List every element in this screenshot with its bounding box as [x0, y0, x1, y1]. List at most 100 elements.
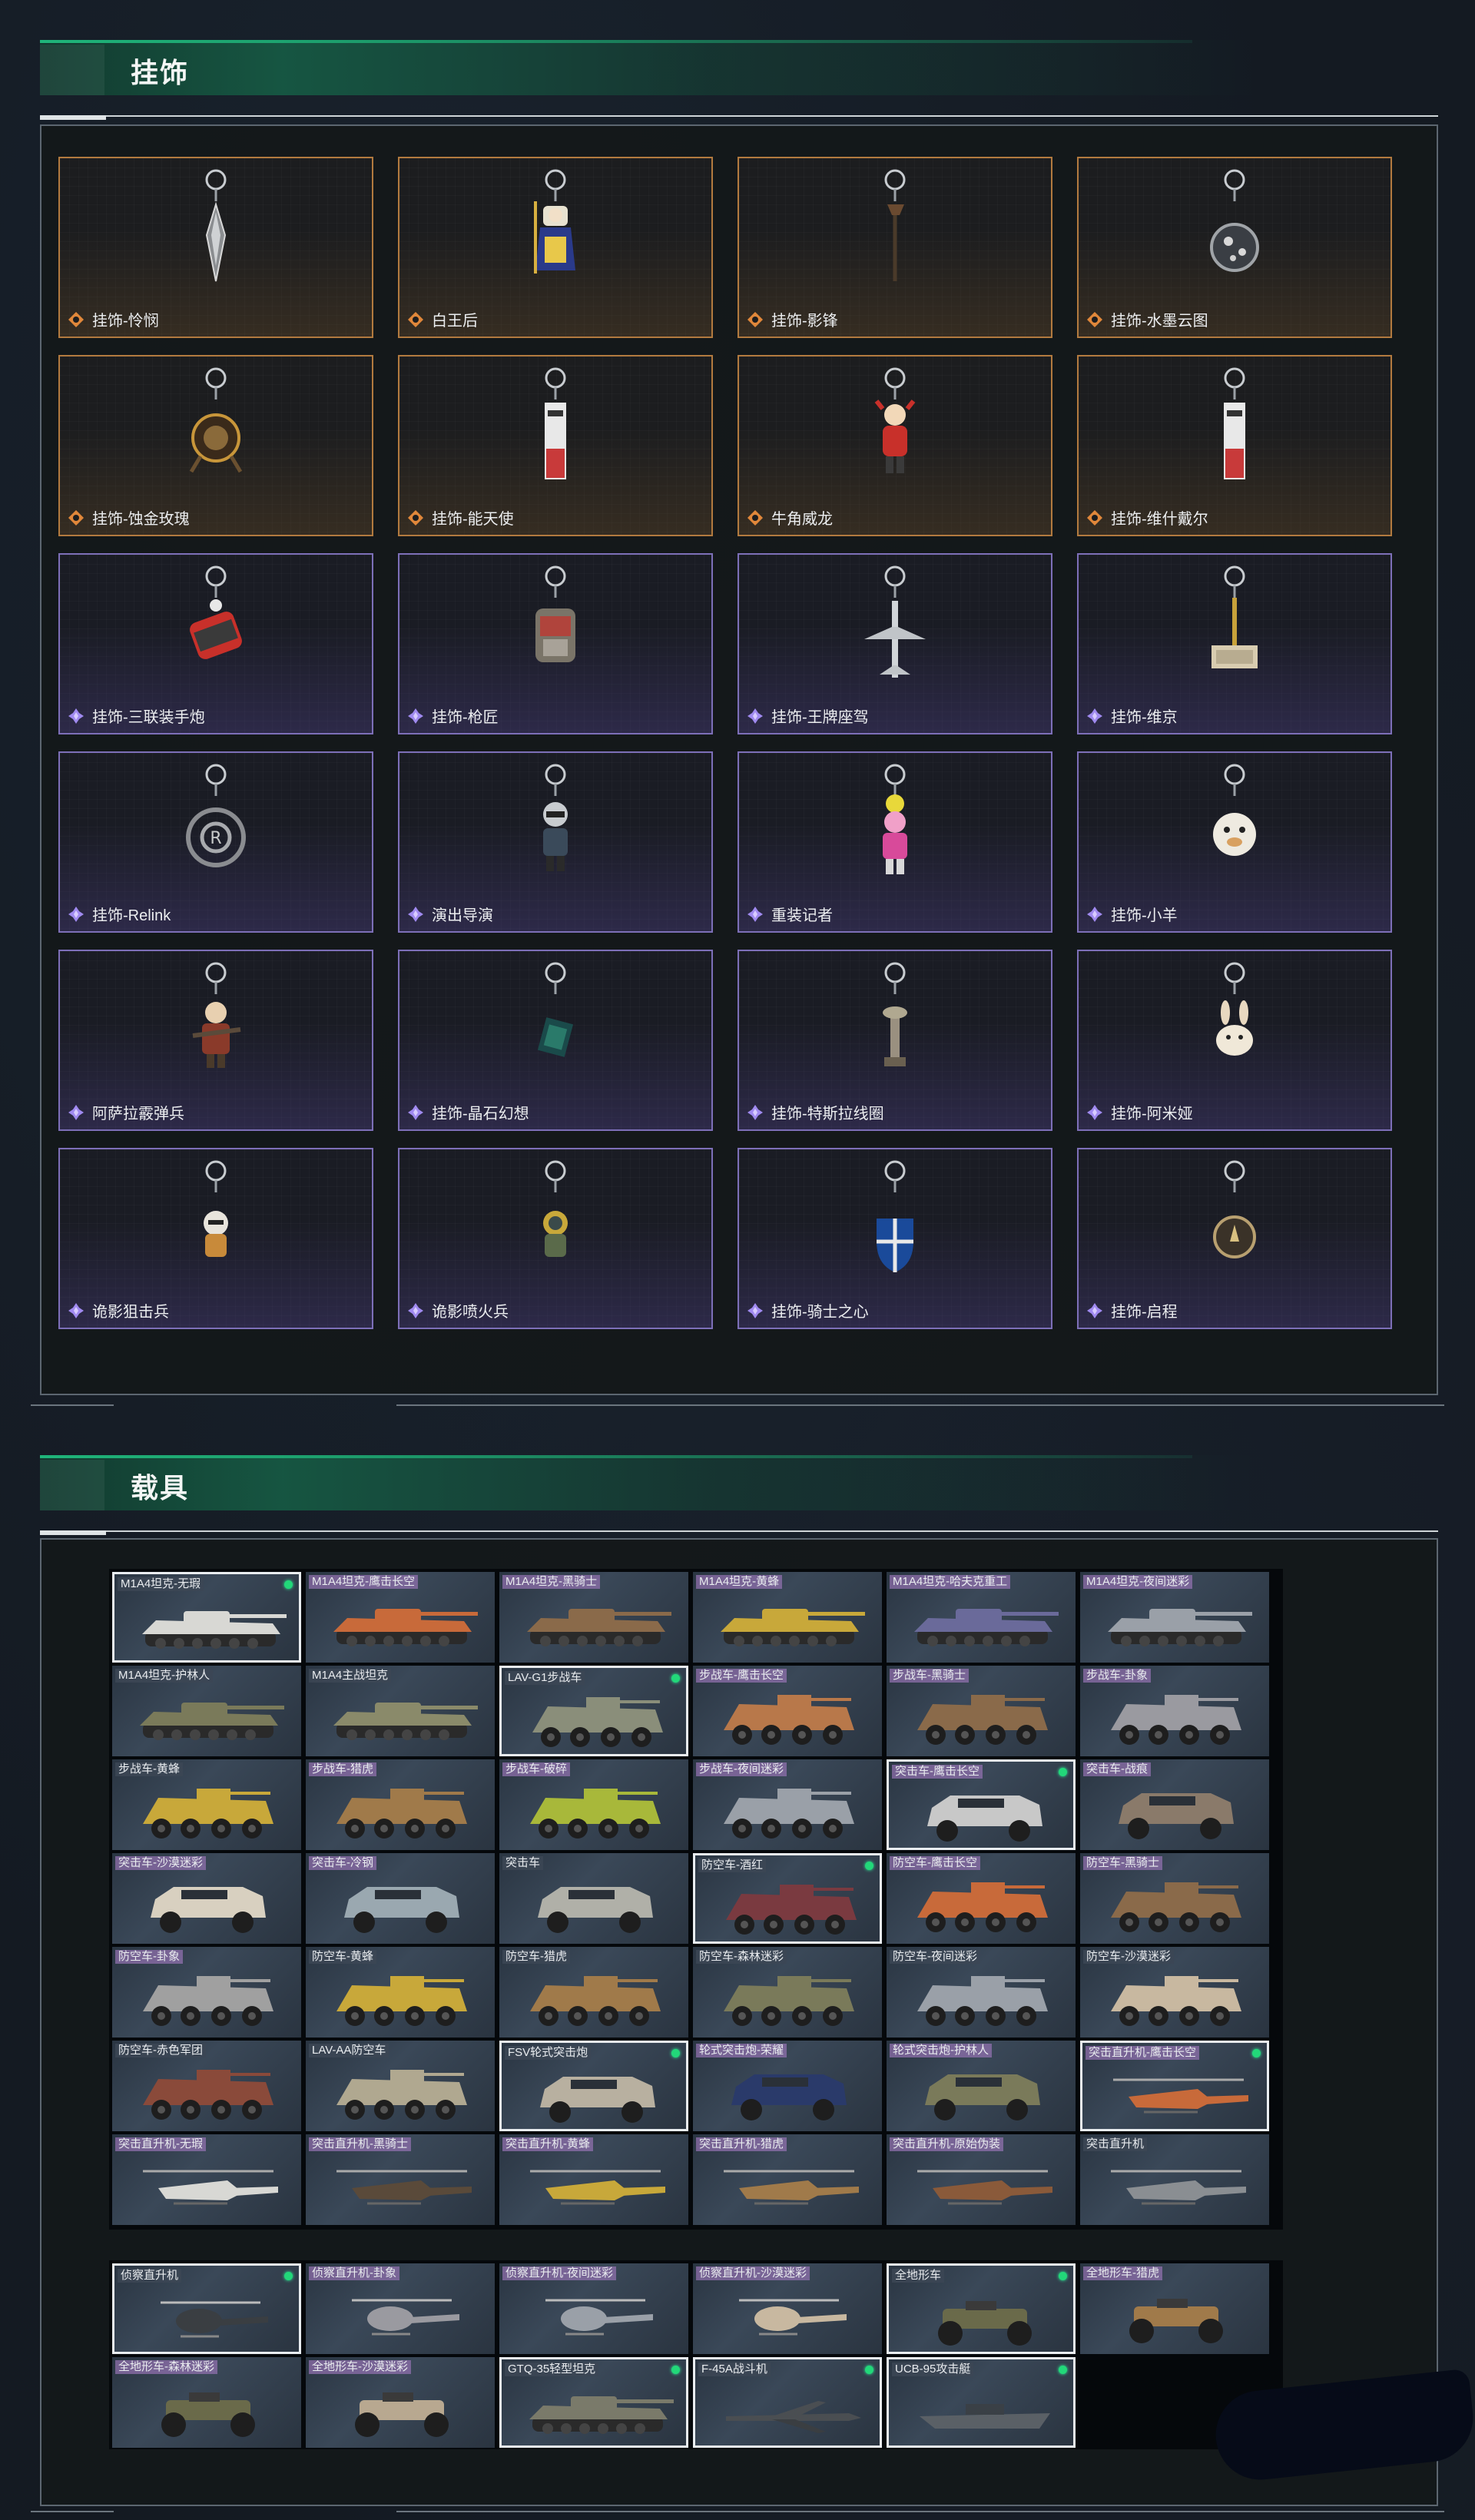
charm-card[interactable]: R 挂饰-Relink	[58, 751, 373, 933]
vehicle-tile[interactable]: FSV轮式突击炮	[499, 2041, 688, 2131]
vehicle-tile[interactable]: 步战车-卦象	[1080, 1666, 1269, 1756]
vehicle-tile[interactable]: UCB-95攻击艇	[887, 2357, 1076, 2448]
vehicle-tile[interactable]: GTQ-35轻型坦克	[499, 2357, 688, 2448]
vehicle-tile[interactable]: 防空车-猎虎	[499, 1947, 688, 2038]
charm-card[interactable]: 挂饰-小羊	[1077, 751, 1392, 933]
vehicle-tile[interactable]: 突击直升机-鹰击长空	[1080, 2041, 1269, 2131]
charm-card[interactable]: 挂饰-启程	[1077, 1148, 1392, 1329]
vehicle-tile[interactable]: 步战车-鹰击长空	[693, 1666, 882, 1756]
vehicle-tile[interactable]: 突击直升机-无瑕	[112, 2134, 301, 2225]
vehicle-tile[interactable]: 轮式突击炮-护林人	[887, 2041, 1076, 2131]
vehicle-tile[interactable]: 防空车-赤色军团	[112, 2041, 301, 2131]
charm-card[interactable]: 挂饰-蚀金玫瑰	[58, 355, 373, 536]
vehicle-tile[interactable]: 突击车	[499, 1853, 688, 1944]
vehicle-tile[interactable]: M1A4坦克-黄蜂	[693, 1572, 882, 1663]
vehicle-tile[interactable]: LAV-AA防空车	[306, 2041, 495, 2131]
vehicle-tile[interactable]: 防空车-森林迷彩	[693, 1947, 882, 2038]
vehicle-tile[interactable]: 突击车-战痕	[1080, 1759, 1269, 1850]
panel-footer-line	[31, 2511, 114, 2512]
charm-shield-icon	[849, 1157, 941, 1288]
vehicle-tile[interactable]: 突击直升机-原始伪装	[887, 2134, 1076, 2225]
vehicle-label: 防空车-森林迷彩	[696, 1950, 787, 1964]
vehicle-tile[interactable]: 轮式突击炮-荣耀	[693, 2041, 882, 2131]
charm-card[interactable]: 牛角威龙	[738, 355, 1052, 536]
vehicle-tile[interactable]: 突击直升机	[1080, 2134, 1269, 2225]
vehicle-tile[interactable]: 全地形车	[887, 2263, 1076, 2354]
vehicle-tile[interactable]: M1A4主战坦克	[306, 1666, 495, 1756]
vehicle-tile[interactable]: 步战车-黄蜂	[112, 1759, 301, 1850]
vehicle-label: 全地形车-猎虎	[1083, 2266, 1162, 2280]
charm-card[interactable]: 挂饰-特斯拉线圈	[738, 950, 1052, 1131]
vehicle-tile[interactable]: M1A4坦克-哈夫克重工	[887, 1572, 1076, 1663]
charm-card[interactable]: 挂饰-怜悯	[58, 157, 373, 338]
charm-card[interactable]: 诡影狙击兵	[58, 1148, 373, 1329]
charm-card[interactable]: 挂饰-骑士之心	[738, 1148, 1052, 1329]
atv-vehicle-icon	[904, 2289, 1066, 2350]
vehicle-tile[interactable]: M1A4坦克-无瑕	[112, 1572, 301, 1663]
vehicle-tile[interactable]: 突击车-冷钢	[306, 1853, 495, 1944]
vehicle-tile[interactable]: M1A4坦克-黑骑士	[499, 1572, 688, 1663]
vehicle-label: M1A4坦克-护林人	[115, 1669, 214, 1683]
charm-card[interactable]: 挂饰-维什戴尔	[1077, 355, 1392, 536]
vehicle-tile[interactable]: 防空车-黑骑士	[1080, 1853, 1269, 1944]
aa-vehicle-icon	[1095, 1876, 1257, 1938]
charm-card[interactable]: 演出导演	[398, 751, 713, 933]
vehicle-tile[interactable]: 防空车-黄蜂	[306, 1947, 495, 2038]
charm-card[interactable]: 白王后	[398, 157, 713, 338]
charm-label: 白王后	[432, 313, 478, 330]
atv-vehicle-icon	[321, 2380, 482, 2442]
header-divider	[40, 1530, 1438, 1532]
vehicle-tile[interactable]: 突击直升机-黄蜂	[499, 2134, 688, 2225]
car-vehicle-icon	[708, 2064, 870, 2125]
owned-indicator-dot	[865, 1862, 873, 1870]
charm-card[interactable]: 挂饰-维京	[1077, 553, 1392, 734]
charm-card[interactable]: 挂饰-三联装手炮	[58, 553, 373, 734]
charm-card[interactable]: 诡影喷火兵	[398, 1148, 713, 1329]
charm-card[interactable]: 挂饰-阿米娅	[1077, 950, 1392, 1131]
charm-card[interactable]: 挂饰-水墨云图	[1077, 157, 1392, 338]
charm-card[interactable]: 重装记者	[738, 751, 1052, 933]
vehicle-label: 突击车-冷钢	[309, 1856, 376, 1870]
vehicle-tile[interactable]: 侦察直升机-沙漠迷彩	[693, 2263, 882, 2354]
vehicle-tile[interactable]: 防空车-鹰击长空	[887, 1853, 1076, 1944]
vehicle-tile[interactable]: 全地形车-森林迷彩	[112, 2357, 301, 2448]
header-decor-block	[40, 1460, 104, 1510]
jet-vehicle-icon	[711, 2382, 872, 2444]
vehicle-tile[interactable]: 防空车-卦象	[112, 1947, 301, 2038]
vehicle-tile[interactable]: 全地形车-沙漠迷彩	[306, 2357, 495, 2448]
charm-label: 挂饰-蚀金玫瑰	[92, 511, 190, 528]
charm-card[interactable]: 挂饰-枪匠	[398, 553, 713, 734]
vehicle-label: 步战车-卦象	[1083, 1669, 1151, 1683]
vehicle-label: 防空车-卦象	[115, 1950, 183, 1964]
vehicle-tile[interactable]: 步战车-猎虎	[306, 1759, 495, 1850]
purple-rarity-icon	[747, 708, 764, 724]
tank-vehicle-icon	[1095, 1595, 1257, 1656]
vehicle-tile[interactable]: 全地形车-猎虎	[1080, 2263, 1269, 2354]
vehicle-tile[interactable]: 防空车-沙漠迷彩	[1080, 1947, 1269, 2038]
vehicle-label: 步战车-鹰击长空	[696, 1669, 787, 1683]
vehicle-tile[interactable]: 侦察直升机-卦象	[306, 2263, 495, 2354]
vehicle-tile[interactable]: M1A4坦克-鹰击长空	[306, 1572, 495, 1663]
vehicle-tile[interactable]: F-45A战斗机	[693, 2357, 882, 2448]
vehicle-tile[interactable]: 突击车-鹰击长空	[887, 1759, 1076, 1850]
vehicle-tile[interactable]: 防空车-夜间迷彩	[887, 1947, 1076, 2038]
vehicle-tile[interactable]: 突击车-沙漠迷彩	[112, 1853, 301, 1944]
vehicle-tile[interactable]: 侦察直升机-夜间迷彩	[499, 2263, 688, 2354]
charm-card[interactable]: 挂饰-能天使	[398, 355, 713, 536]
vehicle-tile[interactable]: 步战车-黑骑士	[887, 1666, 1076, 1756]
vehicle-tile[interactable]: 侦察直升机	[112, 2263, 301, 2354]
charm-card[interactable]: 挂饰-王牌座驾	[738, 553, 1052, 734]
charm-card[interactable]: 阿萨拉霰弹兵	[58, 950, 373, 1131]
vehicle-tile[interactable]: 突击直升机-黑骑士	[306, 2134, 495, 2225]
vehicle-tile[interactable]: M1A4坦克-护林人	[112, 1666, 301, 1756]
vehicle-tile[interactable]: 防空车-酒红	[693, 1853, 882, 1944]
charm-card[interactable]: 挂饰-影锋	[738, 157, 1052, 338]
vehicle-tile[interactable]: 步战车-夜间迷彩	[693, 1759, 882, 1850]
vehicle-tile[interactable]: 突击直升机-猎虎	[693, 2134, 882, 2225]
gold-rarity-icon	[407, 311, 424, 328]
charm-card[interactable]: 挂饰-晶石幻想	[398, 950, 713, 1131]
aa-vehicle-icon	[902, 1876, 1063, 1938]
vehicle-tile[interactable]: 步战车-破碎	[499, 1759, 688, 1850]
vehicle-tile[interactable]: M1A4坦克-夜间迷彩	[1080, 1572, 1269, 1663]
vehicle-tile[interactable]: LAV-G1步战车	[499, 1666, 688, 1756]
